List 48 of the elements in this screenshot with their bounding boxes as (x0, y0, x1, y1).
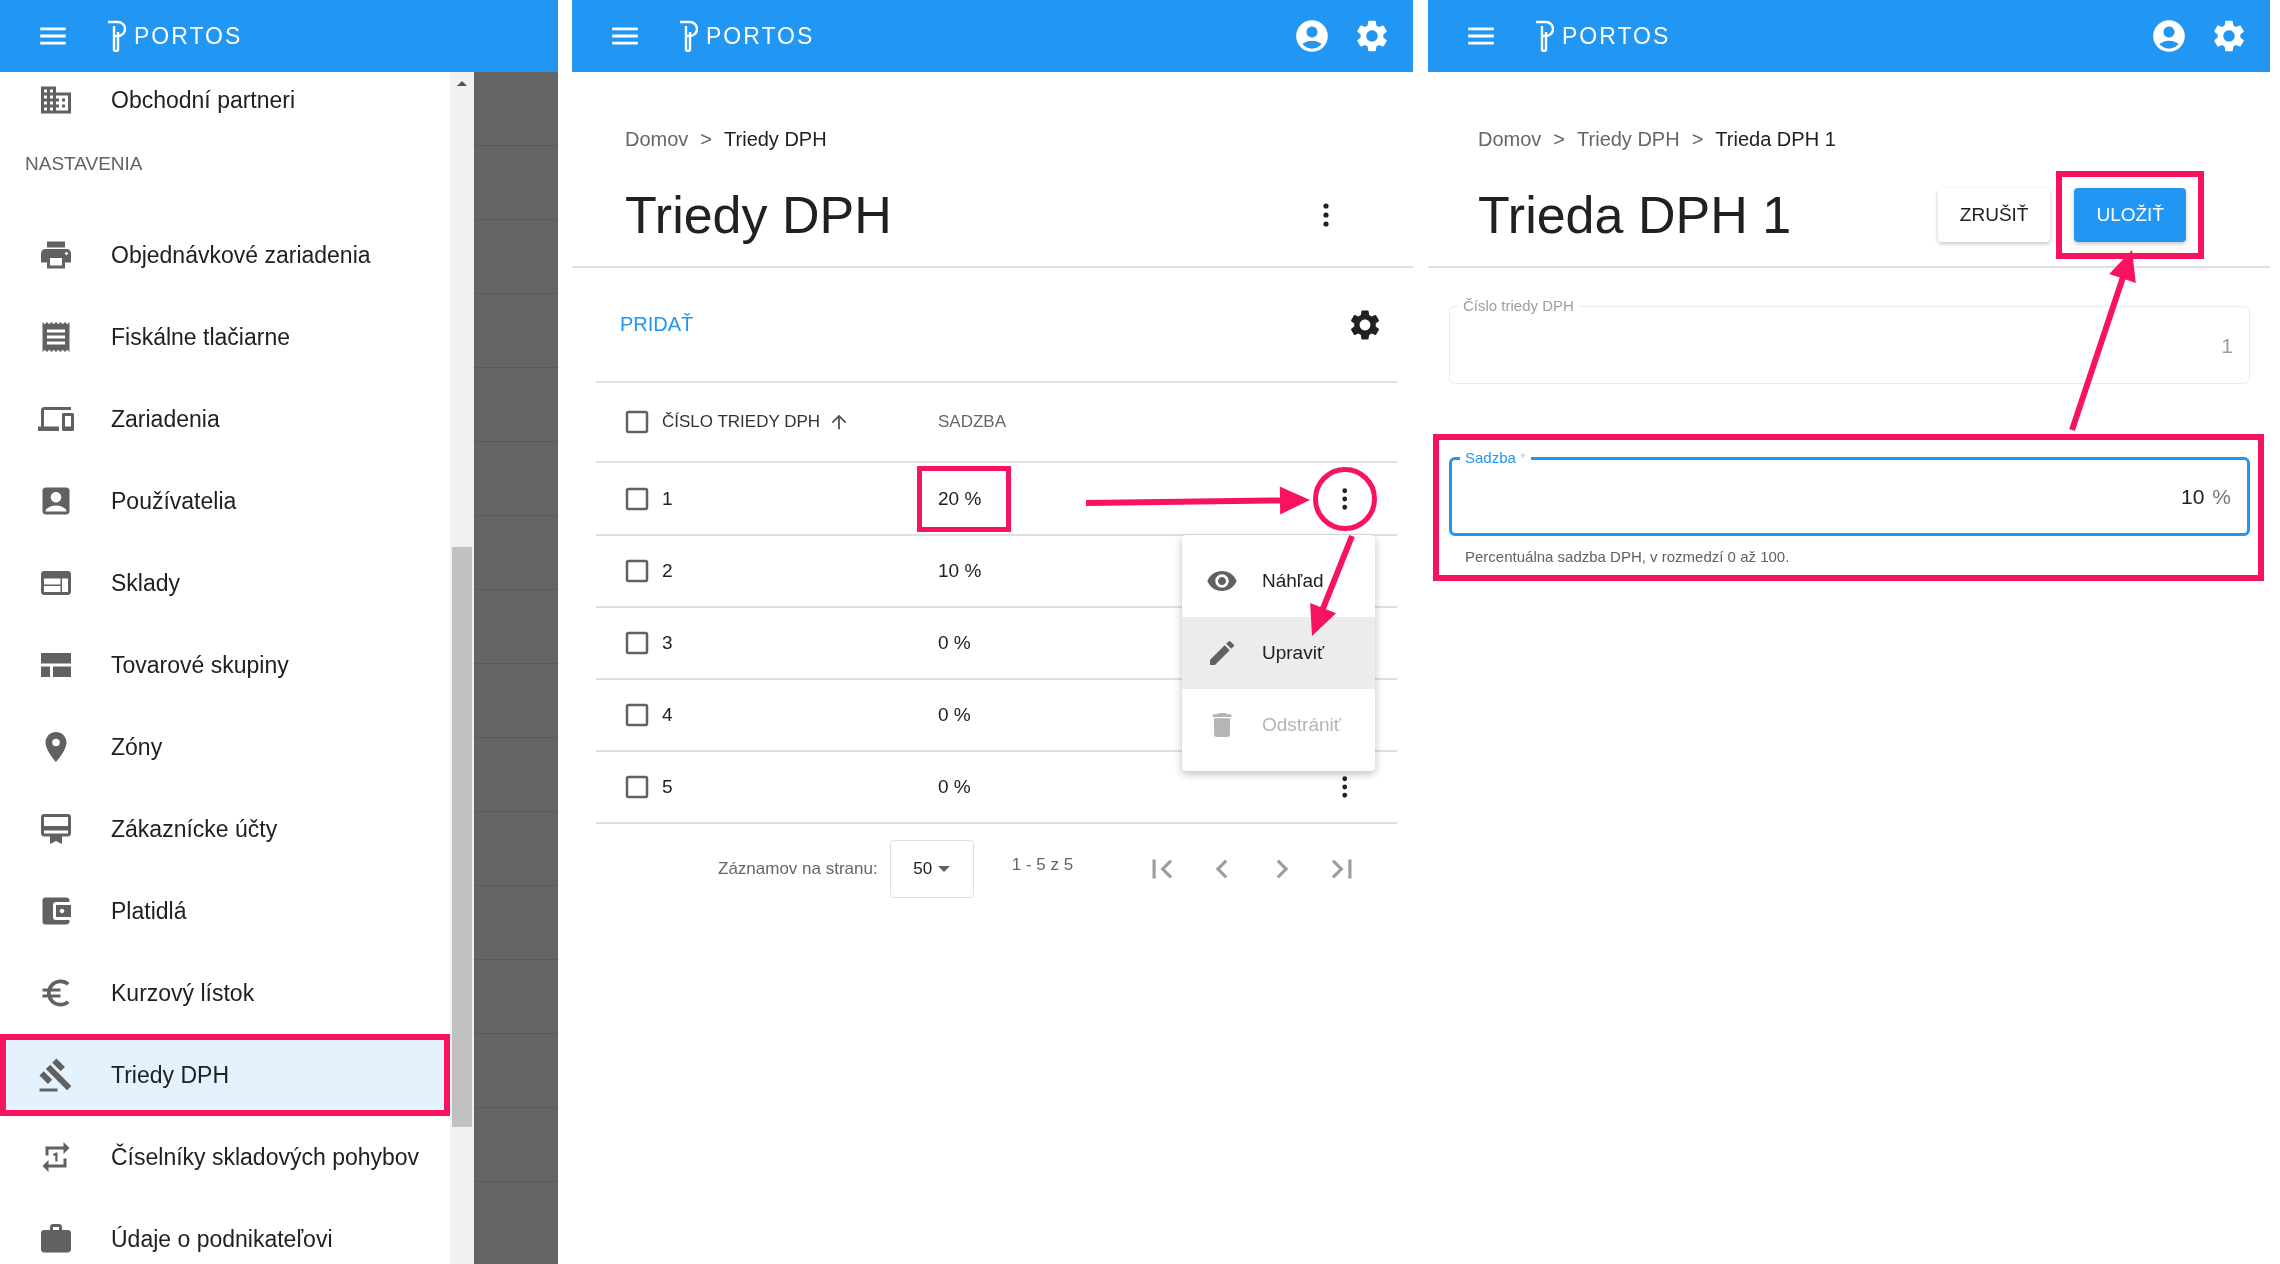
breadcrumb-current[interactable]: Triedy DPH (724, 127, 827, 151)
breadcrumb-link[interactable]: Domov (1478, 127, 1542, 151)
input-field[interactable]: Sadzba * 10 % (1449, 450, 2250, 536)
table-cell-text: 0 % (937, 703, 972, 727)
rows-per-page-select[interactable]: 50 (889, 840, 974, 898)
logo-icon (678, 20, 698, 52)
table-cell: 3 (662, 632, 673, 654)
more-icon (1342, 487, 1348, 510)
table-cell-text: 0 % (937, 775, 972, 799)
scrollbar-thumb[interactable] (452, 547, 472, 1127)
account-icon[interactable] (1293, 17, 1331, 55)
app-name: PORTOS (134, 22, 243, 50)
table-cell: 1 (662, 487, 673, 510)
page-title: Triedy DPH (625, 185, 892, 245)
page-range: 1 - 5 z 5 (1011, 855, 1074, 875)
more-icon (1342, 776, 1348, 798)
card-icon (38, 811, 74, 847)
caret-icon (938, 866, 951, 872)
helper-text: Percentuálna sadzba DPH, v rozmedzí 0 až 100. (1464, 547, 1791, 565)
menu-item[interactable]: Upraviť (1182, 617, 1375, 689)
column-header[interactable]: ČÍSLO TRIEDY DPH (662, 412, 821, 432)
breadcrumb-link[interactable]: Triedy DPH (1577, 127, 1680, 151)
page-title: Trieda DPH 1 (1478, 185, 1792, 245)
breadcrumb-separator: > (1691, 127, 1704, 151)
table-cell: 4 (662, 704, 673, 726)
rows-per-page-label: Záznamov na stranu: (718, 859, 878, 879)
table-cell: 20 % (917, 465, 1012, 532)
logo-icon (1534, 20, 1554, 52)
section-title: NASTAVENIA (24, 152, 144, 176)
breadcrumb-current[interactable]: Trieda DPH 1 (1715, 127, 1836, 151)
breadcrumb-link[interactable]: Domov (625, 127, 689, 151)
gavel-icon (38, 1057, 74, 1093)
menu-item[interactable]: Náhľad (1182, 545, 1375, 617)
breadcrumb-separator: > (700, 127, 713, 151)
app-name: PORTOS (706, 22, 815, 50)
logo-icon (106, 20, 126, 52)
scrollbar[interactable] (450, 72, 474, 1264)
table-cell-text: 10 % (937, 559, 983, 583)
nav-item[interactable]: Triedy DPH (0, 1034, 450, 1116)
more-icon[interactable] (1323, 203, 1329, 227)
table-cell: 2 (662, 560, 673, 582)
table-cell: 5 (662, 776, 673, 798)
breadcrumb-separator: > (1553, 127, 1566, 151)
table-cell-text: 0 % (937, 631, 972, 655)
column-header[interactable]: SADZBA (938, 412, 1007, 432)
app-name: PORTOS (1562, 22, 1671, 50)
cancel-button[interactable]: ZRUŠIŤ (1937, 188, 2051, 242)
account-icon[interactable] (2150, 17, 2188, 55)
